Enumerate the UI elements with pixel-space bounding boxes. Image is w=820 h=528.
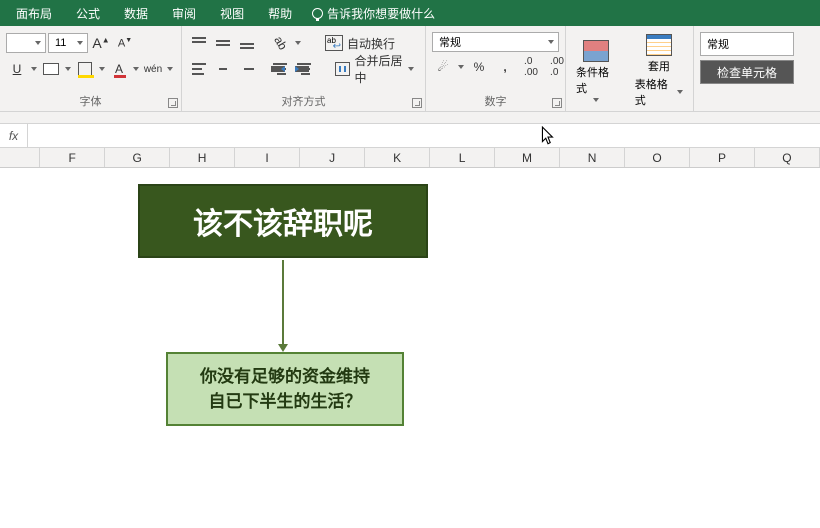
merge-dropdown[interactable] (407, 67, 414, 71)
table-icon (646, 34, 672, 56)
menu-formulas[interactable]: 公式 (64, 5, 112, 22)
group-styles-buttons: 条件格式 套用 表格格式 (566, 26, 694, 111)
align-middle-button[interactable] (212, 32, 234, 54)
alignment-dialog-launcher[interactable] (412, 98, 422, 108)
col-header[interactable]: I (235, 148, 300, 167)
fx-icon[interactable]: fx (0, 124, 28, 147)
orientation-dropdown[interactable] (294, 41, 302, 45)
flowchart-question-text: 你没有足够的资金维持 自已下半生的生活？ (200, 364, 370, 415)
underline-button[interactable]: U (6, 58, 28, 80)
chevron-down-icon (677, 90, 683, 94)
border-dropdown[interactable] (64, 67, 72, 71)
font-color-dropdown[interactable] (132, 67, 140, 71)
font-size-select[interactable]: 11 (48, 33, 88, 53)
ribbon-spacer (0, 112, 820, 124)
flowchart-title-box[interactable]: 该不该辞职呢 (138, 184, 428, 258)
group-font: 11 A▲ A▼ U A wén 字体 (0, 26, 182, 111)
merge-icon (335, 62, 350, 76)
group-alignment-label: 对齐方式 (182, 93, 425, 109)
align-center-button[interactable] (212, 58, 234, 80)
phonetic-button[interactable]: wén (142, 58, 164, 80)
menu-page-layout[interactable]: 面布局 (4, 5, 64, 22)
worksheet-grid[interactable]: 该不该辞职呢 你没有足够的资金维持 自已下半生的生活？ (0, 168, 820, 528)
wrap-text-button[interactable]: 自动换行 (320, 32, 400, 54)
menu-review[interactable]: 审阅 (160, 5, 208, 22)
flowchart-question-box[interactable]: 你没有足够的资金维持 自已下半生的生活？ (166, 352, 404, 426)
cell-style-normal[interactable]: 常规 (700, 32, 794, 56)
menu-view[interactable]: 视图 (208, 5, 256, 22)
col-header[interactable]: O (625, 148, 690, 167)
col-header[interactable]: H (170, 148, 235, 167)
wrap-text-icon (325, 35, 343, 51)
accounting-dropdown[interactable] (458, 65, 464, 69)
percent-button[interactable]: % (468, 56, 490, 78)
group-alignment: ab 自动换行 合并后居中 对齐方式 (182, 26, 426, 111)
col-header[interactable]: L (430, 148, 495, 167)
flowchart-title-text: 该不该辞职呢 (193, 199, 373, 243)
fill-color-button[interactable] (74, 58, 96, 80)
format-as-table-button[interactable]: 套用 表格格式 (631, 32, 687, 110)
tell-me-label: 告诉我你想要做什么 (327, 5, 435, 22)
increase-font-button[interactable]: A▲ (90, 32, 112, 54)
formula-bar: fx (0, 124, 820, 148)
col-header[interactable]: M (495, 148, 560, 167)
group-font-label: 字体 (0, 93, 181, 109)
phonetic-dropdown[interactable] (166, 67, 174, 71)
merge-center-button[interactable]: 合并后居中 (330, 58, 419, 80)
col-header[interactable]: Q (755, 148, 820, 167)
formula-input[interactable] (28, 124, 820, 147)
group-cell-styles: 常规 检查单元格 (694, 26, 814, 111)
menu-bar: 面布局 公式 数据 审阅 视图 帮助 告诉我你想要做什么 (0, 0, 820, 26)
col-header[interactable]: G (105, 148, 170, 167)
col-header[interactable]: F (40, 148, 105, 167)
col-header[interactable]: P (690, 148, 755, 167)
lightbulb-icon (312, 8, 323, 19)
align-left-button[interactable] (188, 58, 210, 80)
group-number-label: 数字 (426, 93, 565, 109)
flowchart-connector[interactable] (282, 260, 284, 350)
decrease-decimal-button[interactable]: .00.0 (546, 56, 568, 78)
border-button[interactable] (40, 58, 62, 80)
accounting-format-button[interactable]: ☄ (432, 56, 454, 78)
decrease-font-button[interactable]: A▼ (114, 32, 136, 54)
font-family-select[interactable] (6, 33, 46, 53)
number-dialog-launcher[interactable] (552, 98, 562, 108)
font-dialog-launcher[interactable] (168, 98, 178, 108)
select-all-corner[interactable] (0, 148, 40, 167)
ribbon: 11 A▲ A▼ U A wén 字体 ab (0, 26, 820, 112)
col-header[interactable]: K (365, 148, 430, 167)
chevron-down-icon (593, 98, 599, 102)
increase-indent-button[interactable] (293, 58, 315, 80)
conditional-format-icon (583, 40, 609, 62)
comma-button[interactable]: , (494, 56, 516, 78)
column-headers: F G H I J K L M N O P Q (0, 148, 820, 168)
align-right-button[interactable] (236, 58, 258, 80)
tell-me[interactable]: 告诉我你想要做什么 (304, 5, 443, 22)
conditional-format-button[interactable]: 条件格式 (572, 38, 621, 104)
align-bottom-button[interactable] (236, 32, 258, 54)
menu-data[interactable]: 数据 (112, 5, 160, 22)
increase-decimal-button[interactable]: .0.00 (520, 56, 542, 78)
cell-style-check[interactable]: 检查单元格 (700, 60, 794, 84)
col-header[interactable]: N (560, 148, 625, 167)
underline-dropdown[interactable] (30, 67, 38, 71)
font-color-button[interactable]: A (108, 58, 130, 80)
orientation-button[interactable]: ab (270, 32, 292, 54)
number-format-select[interactable]: 常规 (432, 32, 559, 52)
align-top-button[interactable] (188, 32, 210, 54)
decrease-indent-button[interactable] (269, 58, 291, 80)
fill-color-dropdown[interactable] (98, 67, 106, 71)
group-number: 常规 ☄ % , .0.00 .00.0 数字 (426, 26, 566, 111)
col-header[interactable]: J (300, 148, 365, 167)
menu-help[interactable]: 帮助 (256, 5, 304, 22)
